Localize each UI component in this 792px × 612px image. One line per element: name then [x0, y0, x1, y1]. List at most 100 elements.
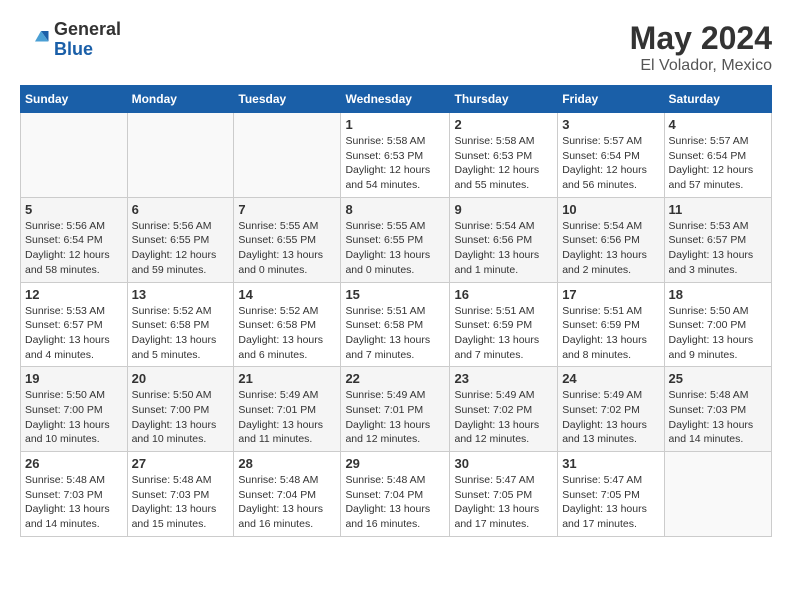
calendar-cell: 21 Sunrise: 5:49 AM Sunset: 7:01 PM Dayli… — [234, 367, 341, 452]
cell-info: Sunrise: 5:48 AM Sunset: 7:04 PM Dayligh… — [238, 473, 336, 532]
cell-info: Sunrise: 5:47 AM Sunset: 7:05 PM Dayligh… — [562, 473, 659, 532]
logo-text: General Blue — [54, 20, 121, 60]
calendar-cell: 14 Sunrise: 5:52 AM Sunset: 6:58 PM Dayli… — [234, 282, 341, 367]
cell-info: Sunrise: 5:48 AM Sunset: 7:03 PM Dayligh… — [669, 388, 767, 447]
day-number: 17 — [562, 287, 659, 302]
calendar-cell: 2Sunrise: 5:58 AM Sunset: 6:53 PM Daylig… — [450, 113, 558, 198]
day-number: 16 — [454, 287, 553, 302]
calendar-cell: 10 Sunrise: 5:54 AM Sunset: 6:56 PM Dayli… — [558, 197, 664, 282]
page-header: General Blue May 2024 El Volador, Mexico — [20, 20, 772, 75]
calendar-cell: 26Sunrise: 5:48 AM Sunset: 7:03 PM Dayli… — [21, 452, 128, 537]
cell-info: Sunrise: 5:52 AM Sunset: 6:58 PM Dayligh… — [238, 304, 336, 363]
day-number: 21 — [238, 371, 336, 386]
cell-info: Sunrise: 5:50 AM Sunset: 7:00 PM Dayligh… — [132, 388, 230, 447]
calendar-week-row: 19 Sunrise: 5:50 AM Sunset: 7:00 PM Dayli… — [21, 367, 772, 452]
cell-info: Sunrise: 5:53 AM Sunset: 6:57 PM Dayligh… — [669, 219, 767, 278]
calendar-cell: 16 Sunrise: 5:51 AM Sunset: 6:59 PM Dayli… — [450, 282, 558, 367]
day-number: 31 — [562, 456, 659, 471]
day-number: 20 — [132, 371, 230, 386]
col-saturday: Saturday — [664, 86, 771, 113]
logo-icon — [20, 25, 50, 55]
day-number: 6 — [132, 202, 230, 217]
col-monday: Monday — [127, 86, 234, 113]
calendar-cell: 18 Sunrise: 5:50 AM Sunset: 7:00 PM Dayli… — [664, 282, 771, 367]
calendar-cell: 20 Sunrise: 5:50 AM Sunset: 7:00 PM Dayli… — [127, 367, 234, 452]
cell-info: Sunrise: 5:47 AM Sunset: 7:05 PM Dayligh… — [454, 473, 553, 532]
day-number: 19 — [25, 371, 123, 386]
header-row: Sunday Monday Tuesday Wednesday Thursday… — [21, 86, 772, 113]
day-number: 13 — [132, 287, 230, 302]
calendar-cell: 7Sunrise: 5:55 AM Sunset: 6:55 PM Daylig… — [234, 197, 341, 282]
day-number: 28 — [238, 456, 336, 471]
day-number: 7 — [238, 202, 336, 217]
cell-info: Sunrise: 5:50 AM Sunset: 7:00 PM Dayligh… — [25, 388, 123, 447]
day-number: 8 — [345, 202, 445, 217]
calendar-cell: 9 Sunrise: 5:54 AM Sunset: 6:56 PM Daylig… — [450, 197, 558, 282]
cell-info: Sunrise: 5:48 AM Sunset: 7:03 PM Dayligh… — [25, 473, 123, 532]
cell-info: Sunrise: 5:57 AM Sunset: 6:54 PM Dayligh… — [669, 134, 767, 193]
day-number: 9 — [454, 202, 553, 217]
calendar-cell — [664, 452, 771, 537]
cell-info: Sunrise: 5:49 AM Sunset: 7:01 PM Dayligh… — [238, 388, 336, 447]
cell-info: Sunrise: 5:51 AM Sunset: 6:59 PM Dayligh… — [562, 304, 659, 363]
calendar-title: May 2024 — [630, 20, 772, 57]
day-number: 3 — [562, 117, 659, 132]
col-thursday: Thursday — [450, 86, 558, 113]
cell-info: Sunrise: 5:51 AM Sunset: 6:59 PM Dayligh… — [454, 304, 553, 363]
calendar-cell: 8 Sunrise: 5:55 AM Sunset: 6:55 PM Daylig… — [341, 197, 450, 282]
calendar-cell: 12Sunrise: 5:53 AM Sunset: 6:57 PM Dayli… — [21, 282, 128, 367]
calendar-cell: 13 Sunrise: 5:52 AM Sunset: 6:58 PM Dayli… — [127, 282, 234, 367]
calendar-cell: 29 Sunrise: 5:48 AM Sunset: 7:04 PM Dayli… — [341, 452, 450, 537]
calendar-cell: 24Sunrise: 5:49 AM Sunset: 7:02 PM Dayli… — [558, 367, 664, 452]
calendar-header: Sunday Monday Tuesday Wednesday Thursday… — [21, 86, 772, 113]
day-number: 11 — [669, 202, 767, 217]
day-number: 30 — [454, 456, 553, 471]
calendar-cell: 30 Sunrise: 5:47 AM Sunset: 7:05 PM Dayli… — [450, 452, 558, 537]
day-number: 18 — [669, 287, 767, 302]
calendar-cell: 27Sunrise: 5:48 AM Sunset: 7:03 PM Dayli… — [127, 452, 234, 537]
cell-info: Sunrise: 5:48 AM Sunset: 7:03 PM Dayligh… — [132, 473, 230, 532]
cell-info: Sunrise: 5:56 AM Sunset: 6:54 PM Dayligh… — [25, 219, 123, 278]
day-number: 22 — [345, 371, 445, 386]
calendar-week-row: 5 Sunrise: 5:56 AM Sunset: 6:54 PM Daylig… — [21, 197, 772, 282]
cell-info: Sunrise: 5:55 AM Sunset: 6:55 PM Dayligh… — [345, 219, 445, 278]
calendar-cell: 5 Sunrise: 5:56 AM Sunset: 6:54 PM Daylig… — [21, 197, 128, 282]
calendar-cell: 25 Sunrise: 5:48 AM Sunset: 7:03 PM Dayli… — [664, 367, 771, 452]
calendar-cell: 11 Sunrise: 5:53 AM Sunset: 6:57 PM Dayli… — [664, 197, 771, 282]
day-number: 15 — [345, 287, 445, 302]
day-number: 5 — [25, 202, 123, 217]
calendar-week-row: 12Sunrise: 5:53 AM Sunset: 6:57 PM Dayli… — [21, 282, 772, 367]
calendar-subtitle: El Volador, Mexico — [630, 57, 772, 75]
calendar-cell — [127, 113, 234, 198]
day-number: 24 — [562, 371, 659, 386]
day-number: 14 — [238, 287, 336, 302]
cell-info: Sunrise: 5:48 AM Sunset: 7:04 PM Dayligh… — [345, 473, 445, 532]
cell-info: Sunrise: 5:52 AM Sunset: 6:58 PM Dayligh… — [132, 304, 230, 363]
cell-info: Sunrise: 5:54 AM Sunset: 6:56 PM Dayligh… — [562, 219, 659, 278]
calendar-cell: 23Sunrise: 5:49 AM Sunset: 7:02 PM Dayli… — [450, 367, 558, 452]
day-number: 2 — [454, 117, 553, 132]
calendar-cell: 28 Sunrise: 5:48 AM Sunset: 7:04 PM Dayli… — [234, 452, 341, 537]
calendar-cell: 22Sunrise: 5:49 AM Sunset: 7:01 PM Dayli… — [341, 367, 450, 452]
calendar-week-row: 1Sunrise: 5:58 AM Sunset: 6:53 PM Daylig… — [21, 113, 772, 198]
col-sunday: Sunday — [21, 86, 128, 113]
cell-info: Sunrise: 5:56 AM Sunset: 6:55 PM Dayligh… — [132, 219, 230, 278]
cell-info: Sunrise: 5:54 AM Sunset: 6:56 PM Dayligh… — [454, 219, 553, 278]
cell-info: Sunrise: 5:50 AM Sunset: 7:00 PM Dayligh… — [669, 304, 767, 363]
calendar-cell — [234, 113, 341, 198]
calendar-table: Sunday Monday Tuesday Wednesday Thursday… — [20, 85, 772, 537]
logo-general: General — [54, 20, 121, 40]
day-number: 12 — [25, 287, 123, 302]
col-wednesday: Wednesday — [341, 86, 450, 113]
cell-info: Sunrise: 5:49 AM Sunset: 7:02 PM Dayligh… — [454, 388, 553, 447]
calendar-cell: 31 Sunrise: 5:47 AM Sunset: 7:05 PM Dayli… — [558, 452, 664, 537]
calendar-body: 1Sunrise: 5:58 AM Sunset: 6:53 PM Daylig… — [21, 113, 772, 537]
day-number: 10 — [562, 202, 659, 217]
day-number: 29 — [345, 456, 445, 471]
cell-info: Sunrise: 5:57 AM Sunset: 6:54 PM Dayligh… — [562, 134, 659, 193]
day-number: 25 — [669, 371, 767, 386]
calendar-week-row: 26Sunrise: 5:48 AM Sunset: 7:03 PM Dayli… — [21, 452, 772, 537]
calendar-cell: 3 Sunrise: 5:57 AM Sunset: 6:54 PM Daylig… — [558, 113, 664, 198]
calendar-cell: 1Sunrise: 5:58 AM Sunset: 6:53 PM Daylig… — [341, 113, 450, 198]
calendar-cell: 4Sunrise: 5:57 AM Sunset: 6:54 PM Daylig… — [664, 113, 771, 198]
